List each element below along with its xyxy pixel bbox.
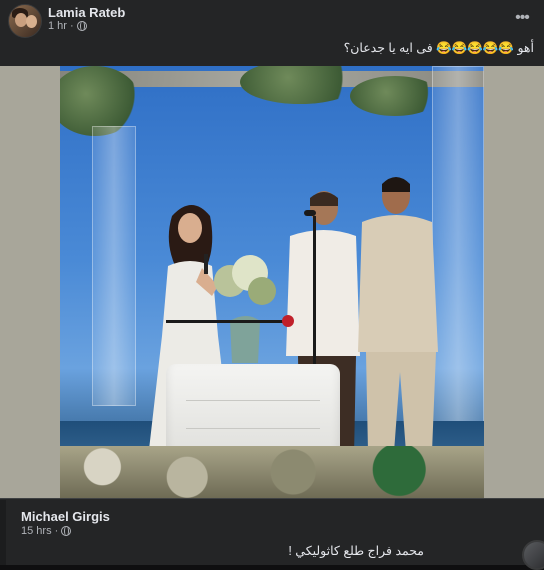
viewer-avatar[interactable] bbox=[522, 540, 544, 570]
globe-icon bbox=[76, 21, 87, 31]
dot-separator: · bbox=[54, 525, 59, 537]
author-avatar[interactable] bbox=[8, 4, 42, 38]
side-gutter bbox=[0, 500, 6, 565]
avatar-face-second bbox=[26, 15, 37, 28]
groom-figure bbox=[358, 177, 438, 452]
foliage-top-center bbox=[240, 66, 360, 104]
dot-separator: · bbox=[69, 20, 74, 32]
foreground-flowers bbox=[60, 446, 484, 498]
flower-vase bbox=[214, 255, 276, 363]
divider bbox=[0, 498, 544, 499]
post-media[interactable] bbox=[0, 66, 544, 498]
comment-meta: 15 hrs · bbox=[21, 525, 72, 537]
wedding-photo[interactable] bbox=[60, 66, 484, 498]
post-header: Lamia Rateb 1 hr · ••• bbox=[0, 0, 544, 38]
more-options-button[interactable]: ••• bbox=[512, 8, 532, 28]
post-meta: 1 hr · bbox=[48, 20, 87, 32]
post-time[interactable]: 1 hr bbox=[48, 20, 67, 32]
table-drawer bbox=[186, 400, 320, 420]
table-drawer bbox=[186, 428, 320, 448]
comment-author[interactable]: Michael Girgis bbox=[21, 509, 110, 524]
glass-pillar-left bbox=[92, 126, 136, 406]
facebook-post: Lamia Rateb 1 hr · ••• أهو 😂😂😂😂😂 فى ايه … bbox=[0, 0, 544, 570]
globe-icon bbox=[61, 526, 72, 536]
post-caption: أهو 😂😂😂😂😂 فى ايه يا جدعان؟ bbox=[343, 41, 534, 55]
author-name[interactable]: Lamia Rateb bbox=[48, 5, 125, 20]
table-microphone bbox=[166, 315, 294, 327]
comment-time[interactable]: 15 hrs bbox=[21, 525, 52, 537]
foliage-top-right bbox=[350, 76, 440, 116]
comment-text: محمد فراج طلع كاثوليكي ! bbox=[288, 544, 424, 558]
